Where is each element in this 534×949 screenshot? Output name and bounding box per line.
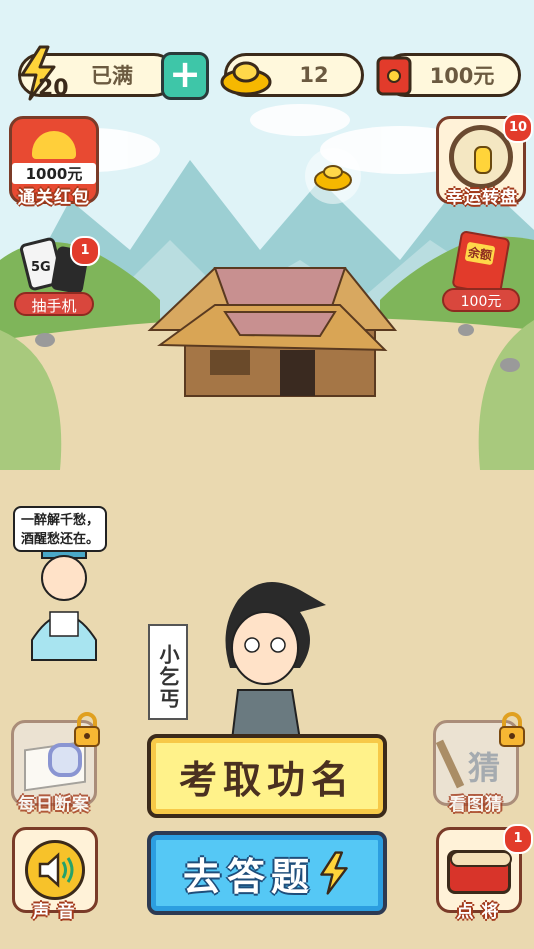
take-exam-label: 考取功名 — [178, 757, 355, 802]
drum-icon — [447, 850, 512, 894]
cash-amount: 100元 — [429, 64, 495, 88]
phone-tag: 5G — [31, 260, 51, 275]
summon-label: 点 将 — [456, 902, 500, 922]
plus-icon: + — [169, 52, 201, 96]
rock — [500, 358, 520, 372]
speech-line: 酒醒愁还在。 — [20, 532, 99, 547]
coins-icon — [32, 131, 76, 159]
red-packet-icon — [376, 56, 412, 96]
energy-status: 已满 — [91, 64, 133, 88]
answer-questions-label: 去答题 — [182, 854, 315, 899]
phone-draw-label: 抽手机 — [14, 292, 94, 316]
summon-badge: 1 — [503, 824, 533, 854]
red-packet-label: 通关红包 — [18, 188, 90, 208]
brush-icon — [435, 739, 465, 789]
add-energy-button[interactable]: + — [161, 52, 209, 100]
red-packet-amount: 1000元 — [12, 163, 96, 184]
take-exam-button[interactable]: 考取功名 — [147, 734, 387, 818]
speech-line: 一醉解千愁， — [20, 513, 99, 528]
lucky-wheel-label: 幸运转盘 — [446, 188, 518, 208]
gold-ingot-icon — [220, 56, 272, 96]
sound-label: 声 音 — [32, 902, 76, 922]
balance-button[interactable]: 余额 100元 — [442, 230, 520, 314]
rock — [458, 324, 474, 336]
phone-badge: 1 — [70, 236, 100, 266]
energy-count: 20 — [38, 76, 69, 101]
answer-questions-button[interactable]: 去答题 — [147, 831, 387, 915]
floating-ingot-icon — [305, 148, 361, 204]
character-name-scroll: 小乞丐 — [148, 624, 188, 720]
character-name: 小乞丐 — [156, 644, 180, 710]
lock-icon — [497, 712, 527, 748]
balance-amount: 100元 — [442, 288, 520, 312]
lightning-icon — [317, 851, 351, 895]
rock — [35, 333, 55, 347]
ingot-count: 12 — [299, 63, 329, 87]
guess-picture-label: 看图猜 — [449, 795, 503, 815]
speaker-icon — [25, 840, 85, 900]
wheel-badge: 10 — [503, 113, 533, 143]
lock-icon — [72, 712, 102, 748]
speech-bubble: 一醉解千愁， 酒醒愁还在。 — [13, 506, 107, 552]
guess-glyph: 猜 — [468, 749, 501, 787]
phone-draw-button[interactable]: 5G 1 抽手机 — [14, 236, 100, 318]
magnifier-icon — [48, 743, 82, 777]
daily-case-label: 每日断案 — [18, 795, 90, 815]
